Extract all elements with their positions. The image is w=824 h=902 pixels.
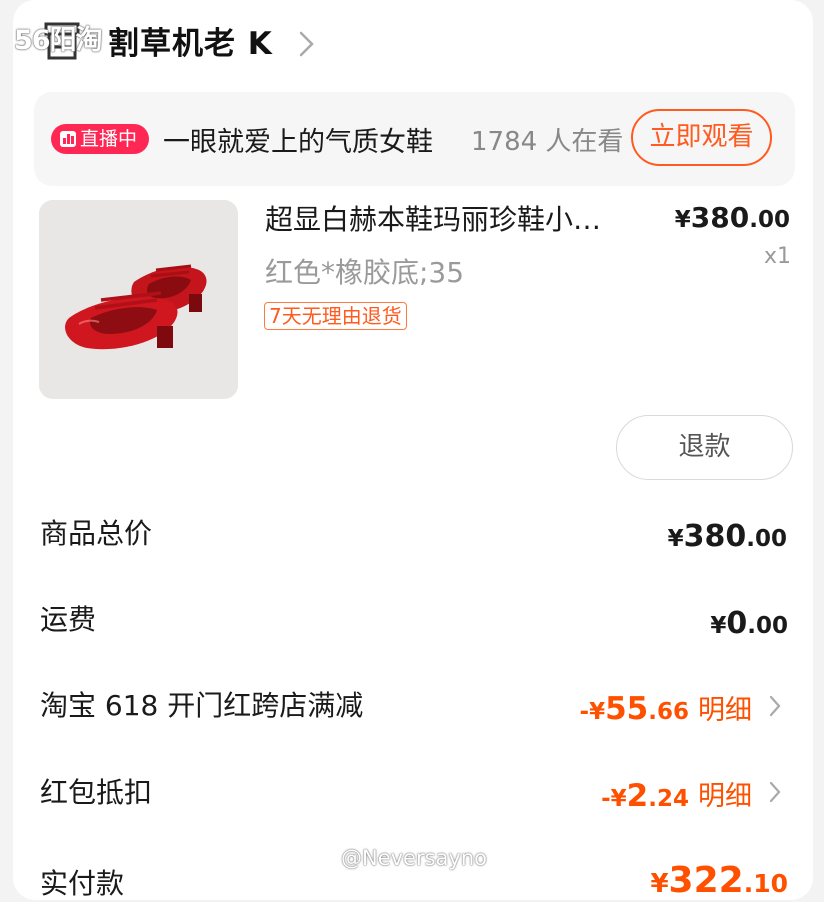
discount-618-label: 淘宝 618 开门红跨店满减 xyxy=(40,689,364,722)
product-image[interactable] xyxy=(39,200,238,399)
live-title: 一眼就爱上的气质女鞋 xyxy=(163,127,433,158)
chevron-right-icon xyxy=(769,695,781,717)
shop-header[interactable]: 割草机老 K xyxy=(0,0,824,90)
discount-618-detail-link[interactable]: 明细 xyxy=(698,688,752,727)
corner-watermark: 56阳淘 xyxy=(14,25,103,56)
chevron-right-icon xyxy=(769,781,781,803)
red-packet-amount: -¥2.24 xyxy=(601,778,689,814)
paid-label: 实付款 xyxy=(40,867,125,900)
product-quantity: x1 xyxy=(763,244,791,269)
red-packet-label: 红包抵扣 xyxy=(40,776,153,809)
live-bars-icon xyxy=(60,131,76,147)
live-viewer-count: 1784 人在看 xyxy=(471,127,624,157)
live-badge-label: 直播中 xyxy=(80,128,138,150)
return-policy-tag: 7天无理由退货 xyxy=(264,302,407,330)
product-sku: 红色*橡胶底;35 xyxy=(265,256,465,289)
goods-total-label: 商品总价 xyxy=(40,517,153,550)
shop-name[interactable]: 割草机老 K xyxy=(108,18,273,63)
watch-now-button[interactable]: 立即观看 xyxy=(631,109,772,166)
live-banner[interactable]: 直播中 一眼就爱上的气质女鞋 1784 人在看 立即观看 xyxy=(34,92,795,186)
product-price: ¥380.00 xyxy=(674,201,790,234)
red-packet-detail-link[interactable]: 明细 xyxy=(698,774,752,813)
product-title[interactable]: 超显白赫本鞋玛丽珍鞋小… xyxy=(265,198,601,238)
red-shoes-image xyxy=(39,200,238,399)
goods-total-amount: ¥380.00 xyxy=(667,519,787,554)
refund-button[interactable]: 退款 xyxy=(616,415,793,480)
paid-amount: ¥322.10 xyxy=(650,860,788,901)
live-badge: 直播中 xyxy=(51,124,149,154)
chevron-right-icon xyxy=(299,31,314,57)
shipping-label: 运费 xyxy=(40,603,97,636)
discount-618-amount: -¥55.66 xyxy=(579,691,689,727)
shipping-amount: ¥0.00 xyxy=(710,606,788,641)
image-watermark: @Neversayno xyxy=(341,846,488,870)
